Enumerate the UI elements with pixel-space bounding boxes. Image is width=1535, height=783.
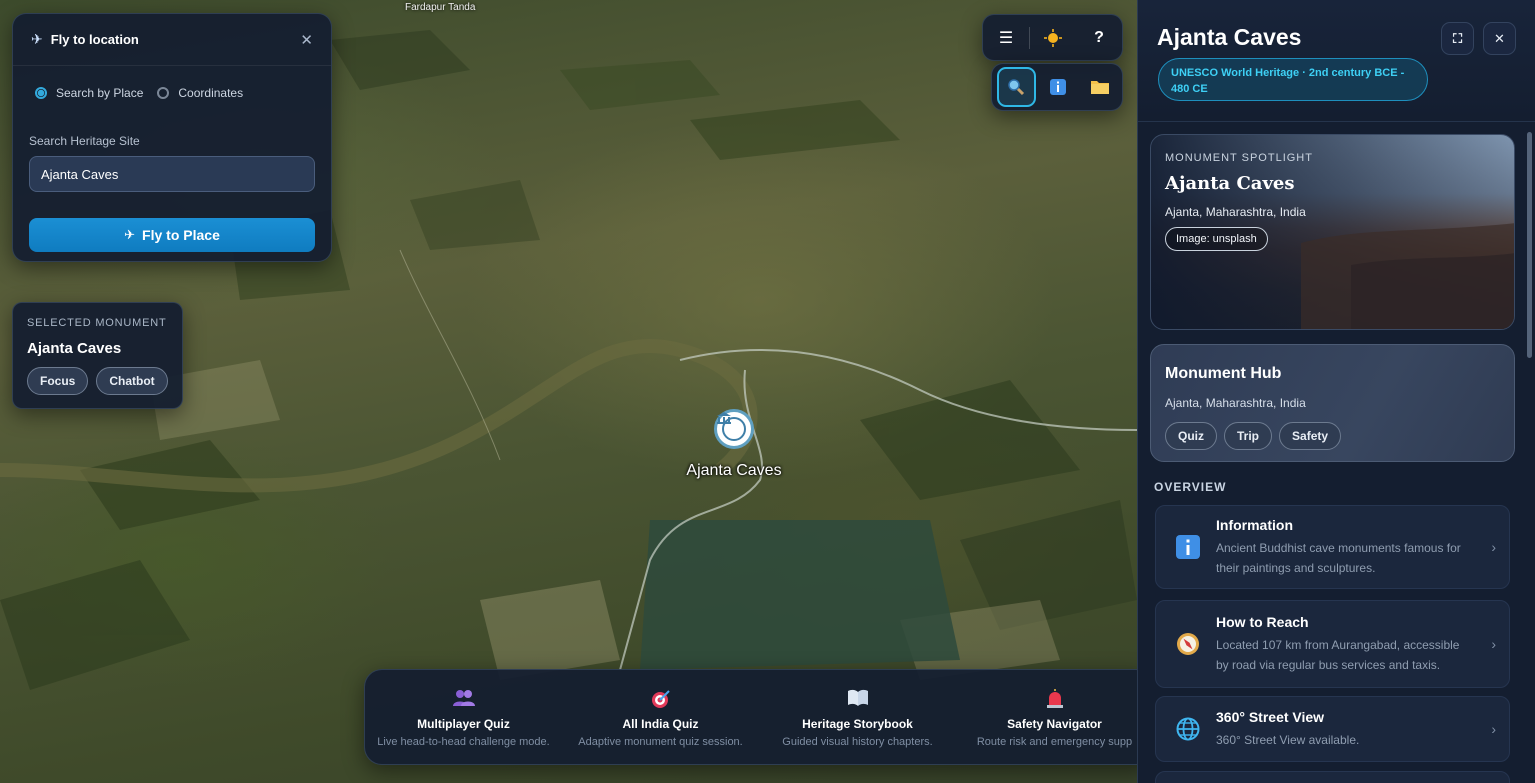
fly-panel-header: ✈ Fly to location ✕ bbox=[13, 14, 331, 66]
overview-title: 360° Street View bbox=[1216, 708, 1325, 725]
feature-desc: Guided visual history chapters. bbox=[782, 736, 933, 748]
temple-icon bbox=[717, 412, 746, 441]
sun-icon[interactable] bbox=[1030, 28, 1076, 47]
tool-toolbar bbox=[991, 63, 1123, 111]
target-icon bbox=[651, 689, 671, 711]
siren-icon bbox=[1045, 689, 1065, 711]
search-input[interactable]: Ajanta Caves bbox=[29, 156, 315, 192]
overview-desc: Ancient Buddhist cave monuments famous f… bbox=[1216, 540, 1461, 575]
sidebar-header: Ajanta Caves UNESCO World Heritage · 2nd… bbox=[1138, 0, 1535, 122]
fly-to-place-button[interactable]: ✈ Fly to Place bbox=[29, 218, 315, 252]
chevron-right-icon: › bbox=[1491, 636, 1496, 652]
heritage-badge: UNESCO World Heritage · 2nd century BCE … bbox=[1158, 58, 1428, 101]
feature-title: Multiplayer Quiz bbox=[417, 717, 510, 731]
globe-icon bbox=[1175, 716, 1201, 742]
search-icon[interactable] bbox=[997, 67, 1036, 107]
chatbot-button[interactable]: Chatbot bbox=[96, 367, 168, 395]
monument-spotlight-card: MONUMENT SPOTLIGHT Ajanta Caves Ajanta, … bbox=[1150, 134, 1515, 330]
radio-label: Coordinates bbox=[178, 86, 244, 100]
sidebar-scrollbar[interactable] bbox=[1527, 132, 1532, 358]
book-icon bbox=[847, 689, 869, 711]
close-icon[interactable]: ✕ bbox=[1483, 22, 1516, 55]
overview-desc: Located 107 km from Aurangabad, accessib… bbox=[1216, 637, 1460, 672]
compass-icon bbox=[1175, 631, 1201, 657]
radio-search-by-place[interactable]: Search by Place bbox=[35, 86, 143, 100]
feature-all-india-quiz[interactable]: All India Quiz Adaptive monument quiz se… bbox=[562, 670, 759, 764]
feature-desc: Live head-to-head challenge mode. bbox=[377, 736, 550, 748]
map-place-label: Fardapur Tanda bbox=[405, 2, 476, 13]
overview-item-next[interactable] bbox=[1155, 771, 1510, 783]
feature-multiplayer-quiz[interactable]: Multiplayer Quiz Live head-to-head chall… bbox=[365, 670, 562, 764]
feature-title: Heritage Storybook bbox=[802, 717, 913, 731]
monument-marker[interactable] bbox=[714, 409, 754, 449]
quiz-button[interactable]: Quiz bbox=[1165, 422, 1217, 450]
radio-dot-selected bbox=[35, 87, 47, 99]
trip-button[interactable]: Trip bbox=[1224, 422, 1273, 450]
menu-icon[interactable]: ☰ bbox=[983, 28, 1029, 48]
overview-title: How to Reach bbox=[1216, 613, 1309, 630]
feature-safety-navigator[interactable]: Safety Navigator Route risk and emergenc… bbox=[956, 670, 1153, 764]
feature-heritage-storybook[interactable]: Heritage Storybook Guided visual history… bbox=[759, 670, 956, 764]
spotlight-name: Ajanta Caves bbox=[1165, 173, 1295, 194]
feature-desc: Route risk and emergency supp bbox=[976, 736, 1133, 748]
radio-coordinates[interactable]: Coordinates bbox=[157, 86, 243, 100]
info-icon bbox=[1175, 534, 1201, 560]
hub-location: Ajanta, Maharashtra, India bbox=[1165, 396, 1306, 410]
people-icon bbox=[452, 689, 475, 711]
feature-bar: Multiplayer Quiz Live head-to-head chall… bbox=[364, 669, 1154, 765]
radio-label: Search by Place bbox=[56, 86, 144, 100]
feature-title: Safety Navigator bbox=[1007, 717, 1102, 731]
fullscreen-icon[interactable]: ⛶ bbox=[1441, 22, 1474, 55]
spotlight-caption: MONUMENT SPOTLIGHT bbox=[1165, 152, 1313, 164]
selected-name: Ajanta Caves bbox=[27, 340, 122, 357]
folder-icon[interactable] bbox=[1080, 67, 1119, 107]
monument-hub-card: Monument Hub Ajanta, Maharashtra, India … bbox=[1150, 344, 1515, 462]
feature-title: All India Quiz bbox=[622, 717, 699, 731]
overview-item-street-view[interactable]: 360° Street View 360° Street View availa… bbox=[1155, 696, 1510, 762]
chevron-right-icon: › bbox=[1491, 539, 1496, 555]
top-toolbar: ☰ ? bbox=[982, 14, 1123, 61]
overview-item-information[interactable]: Information Ancient Buddhist cave monume… bbox=[1155, 505, 1510, 589]
marker-label: Ajanta Caves bbox=[686, 462, 782, 479]
info-icon[interactable] bbox=[1039, 67, 1078, 107]
fly-button-label: Fly to Place bbox=[142, 227, 220, 243]
overview-item-how-to-reach[interactable]: How to Reach Located 107 km from Auranga… bbox=[1155, 600, 1510, 688]
feature-desc: Adaptive monument quiz session. bbox=[578, 736, 743, 748]
safety-button[interactable]: Safety bbox=[1279, 422, 1342, 450]
selected-monument-card: SELECTED MONUMENT Ajanta Caves Focus Cha… bbox=[12, 302, 183, 409]
monument-sidebar: Ajanta Caves UNESCO World Heritage · 2nd… bbox=[1137, 0, 1535, 783]
close-icon[interactable]: ✕ bbox=[300, 31, 313, 49]
search-mode-radios: Search by Place Coordinates bbox=[13, 66, 331, 100]
focus-button[interactable]: Focus bbox=[27, 367, 89, 395]
image-credit-badge[interactable]: Image: unsplash bbox=[1165, 227, 1268, 251]
selected-caption: SELECTED MONUMENT bbox=[27, 317, 167, 329]
plane-icon: ✈ bbox=[31, 31, 43, 47]
hub-title: Monument Hub bbox=[1165, 365, 1282, 382]
chevron-right-icon: › bbox=[1491, 721, 1496, 737]
spotlight-location: Ajanta, Maharashtra, India bbox=[1165, 205, 1306, 219]
fly-panel-title: Fly to location bbox=[50, 32, 139, 47]
help-button[interactable]: ? bbox=[1076, 29, 1122, 47]
search-label: Search Heritage Site bbox=[29, 134, 140, 148]
sidebar-title: Ajanta Caves bbox=[1157, 24, 1302, 50]
fly-to-location-panel: ✈ Fly to location ✕ Search by Place Coor… bbox=[12, 13, 332, 262]
radio-dot bbox=[157, 87, 170, 99]
overview-heading: OVERVIEW bbox=[1154, 480, 1227, 494]
plane-icon: ✈ bbox=[124, 227, 136, 242]
overview-title: Information bbox=[1216, 516, 1293, 533]
overview-desc: 360° Street View available. bbox=[1216, 732, 1360, 747]
